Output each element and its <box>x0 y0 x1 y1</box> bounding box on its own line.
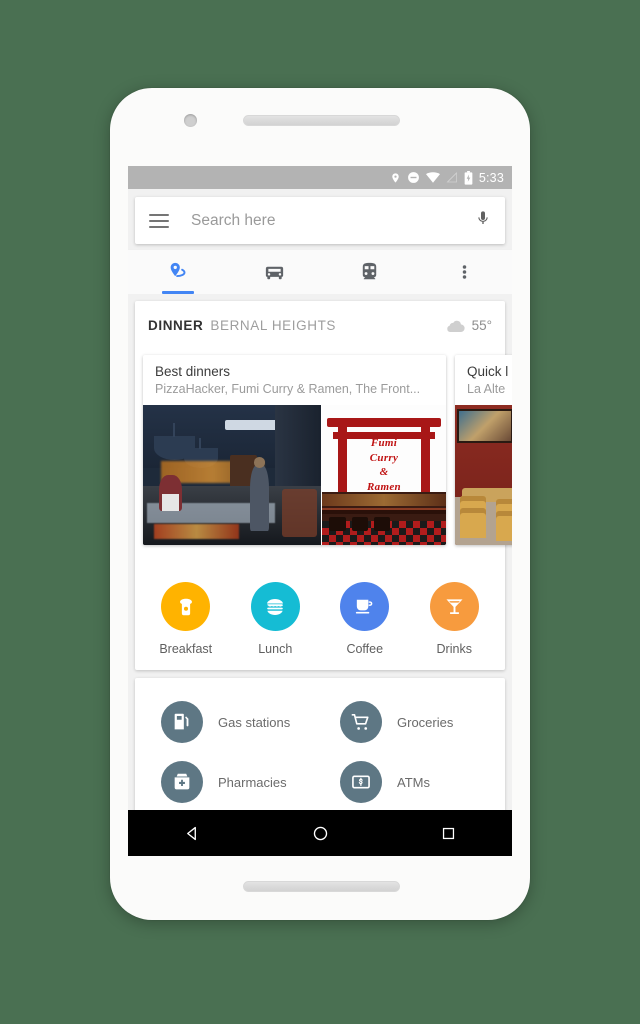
search-input[interactable] <box>191 211 475 230</box>
fumi-curry-ramen-sign-photo[interactable]: Fumi Curry & Ramen <box>321 405 446 545</box>
weather-widget: 55° <box>446 318 492 333</box>
tab-explore[interactable] <box>128 250 228 294</box>
category-label: Coffee <box>346 642 384 656</box>
place-card-subtitle: La Alte <box>467 382 506 396</box>
train-icon <box>363 262 377 279</box>
place-card-quick-lunch[interactable]: Quick l La Alte <box>455 355 512 545</box>
more-vert-icon <box>462 265 467 279</box>
place-card-subtitle: PizzaHacker, Fumi Curry & Ramen, The Fro… <box>155 382 421 396</box>
front-camera-icon <box>184 114 197 127</box>
phone-screen: 5:33 Search here DINNER BERNAL HEIGHTS 5… <box>128 166 512 856</box>
earpiece-speaker <box>243 115 400 126</box>
category-lunch[interactable]: Lunch <box>231 582 321 656</box>
dinner-context-card: DINNER BERNAL HEIGHTS 55° Best dinners P… <box>135 301 512 670</box>
tab-driving[interactable] <box>228 250 323 294</box>
services-grid: Gas stations Groceries Pharmacies ATMs <box>135 678 505 822</box>
service-label: Gas stations <box>218 714 291 730</box>
meal-category-row: Breakfast Lunch Coffee Drinks <box>135 564 505 670</box>
cell-signal-off-icon <box>446 171 458 184</box>
cloud-icon <box>446 320 465 332</box>
pharmacy-cross-icon <box>161 761 203 803</box>
place-card-title: Best dinners <box>155 364 231 379</box>
hamburger-menu-icon[interactable] <box>149 213 169 228</box>
place-card-best-dinners[interactable]: Best dinners PizzaHacker, Fumi Curry & R… <box>143 355 446 545</box>
category-label: Lunch <box>258 642 293 656</box>
cocktail-glass-icon <box>446 599 463 614</box>
atm-cash-icon <box>340 761 382 803</box>
tab-overflow-menu[interactable] <box>417 250 512 294</box>
place-photo-strip <box>455 405 512 545</box>
category-label: Drinks <box>436 642 472 656</box>
explore-feed[interactable]: DINNER BERNAL HEIGHTS 55° Best dinners P… <box>128 294 512 856</box>
burger-icon <box>267 598 284 615</box>
place-card-title: Quick l <box>467 364 509 379</box>
category-label: Breakfast <box>159 642 213 656</box>
category-drinks[interactable]: Drinks <box>410 582 500 656</box>
search-bar[interactable] <box>135 197 505 244</box>
service-label: ATMs <box>397 774 430 790</box>
temperature-label: 55° <box>471 317 492 333</box>
place-carousel[interactable]: Best dinners PizzaHacker, Fumi Curry & R… <box>135 349 512 564</box>
place-photo-strip: Fumi Curry & Ramen <box>143 405 446 545</box>
search-bar-container <box>128 189 512 250</box>
shopping-cart-icon <box>340 701 382 743</box>
car-icon <box>266 266 284 279</box>
wifi-icon <box>425 172 440 183</box>
service-groceries[interactable]: Groceries <box>320 692 499 752</box>
home-circle-icon[interactable] <box>297 810 343 856</box>
category-circle <box>340 582 390 631</box>
category-coffee[interactable]: Coffee <box>320 582 410 656</box>
taqueria-interior-photo[interactable] <box>455 405 512 545</box>
gas-pump-icon <box>161 701 203 743</box>
bottom-speaker <box>243 881 400 892</box>
category-circle <box>161 582 211 631</box>
restaurant-interior-photo[interactable] <box>143 405 321 545</box>
microphone-icon[interactable] <box>475 208 491 233</box>
place-pin-icon <box>170 262 186 277</box>
do-not-disturb-icon <box>407 171 420 184</box>
fumi-sign-text: Fumi Curry & Ramen <box>367 436 401 494</box>
meal-label: DINNER <box>148 317 204 333</box>
mode-tab-bar <box>128 250 512 294</box>
service-label: Pharmacies <box>218 774 287 790</box>
recents-square-icon[interactable] <box>425 810 471 856</box>
service-pharmacies[interactable]: Pharmacies <box>141 752 320 812</box>
category-breakfast[interactable]: Breakfast <box>141 582 231 656</box>
battery-icon <box>464 170 473 185</box>
dinner-header-row: DINNER BERNAL HEIGHTS 55° <box>135 301 505 349</box>
phone-device-mockup: 5:33 Search here DINNER BERNAL HEIGHTS 5… <box>110 88 530 920</box>
location-pin-icon <box>390 171 401 185</box>
tab-transit[interactable] <box>322 250 417 294</box>
screenshot-stage: 5:33 Search here DINNER BERNAL HEIGHTS 5… <box>0 0 640 1024</box>
category-circle <box>429 582 479 631</box>
service-label: Groceries <box>397 714 454 730</box>
coffee-cup-icon <box>356 599 373 614</box>
neighborhood-label: BERNAL HEIGHTS <box>210 317 337 333</box>
status-bar: 5:33 <box>128 166 512 189</box>
service-atms[interactable]: ATMs <box>320 752 499 812</box>
status-bar-clock: 5:33 <box>478 170 504 185</box>
toast-icon <box>179 598 192 615</box>
android-navigation-bar <box>128 810 512 856</box>
service-gas-stations[interactable]: Gas stations <box>141 692 320 752</box>
back-triangle-icon[interactable] <box>169 810 215 856</box>
nearby-services-card: Gas stations Groceries Pharmacies ATMs <box>135 678 505 822</box>
category-circle <box>250 582 300 631</box>
